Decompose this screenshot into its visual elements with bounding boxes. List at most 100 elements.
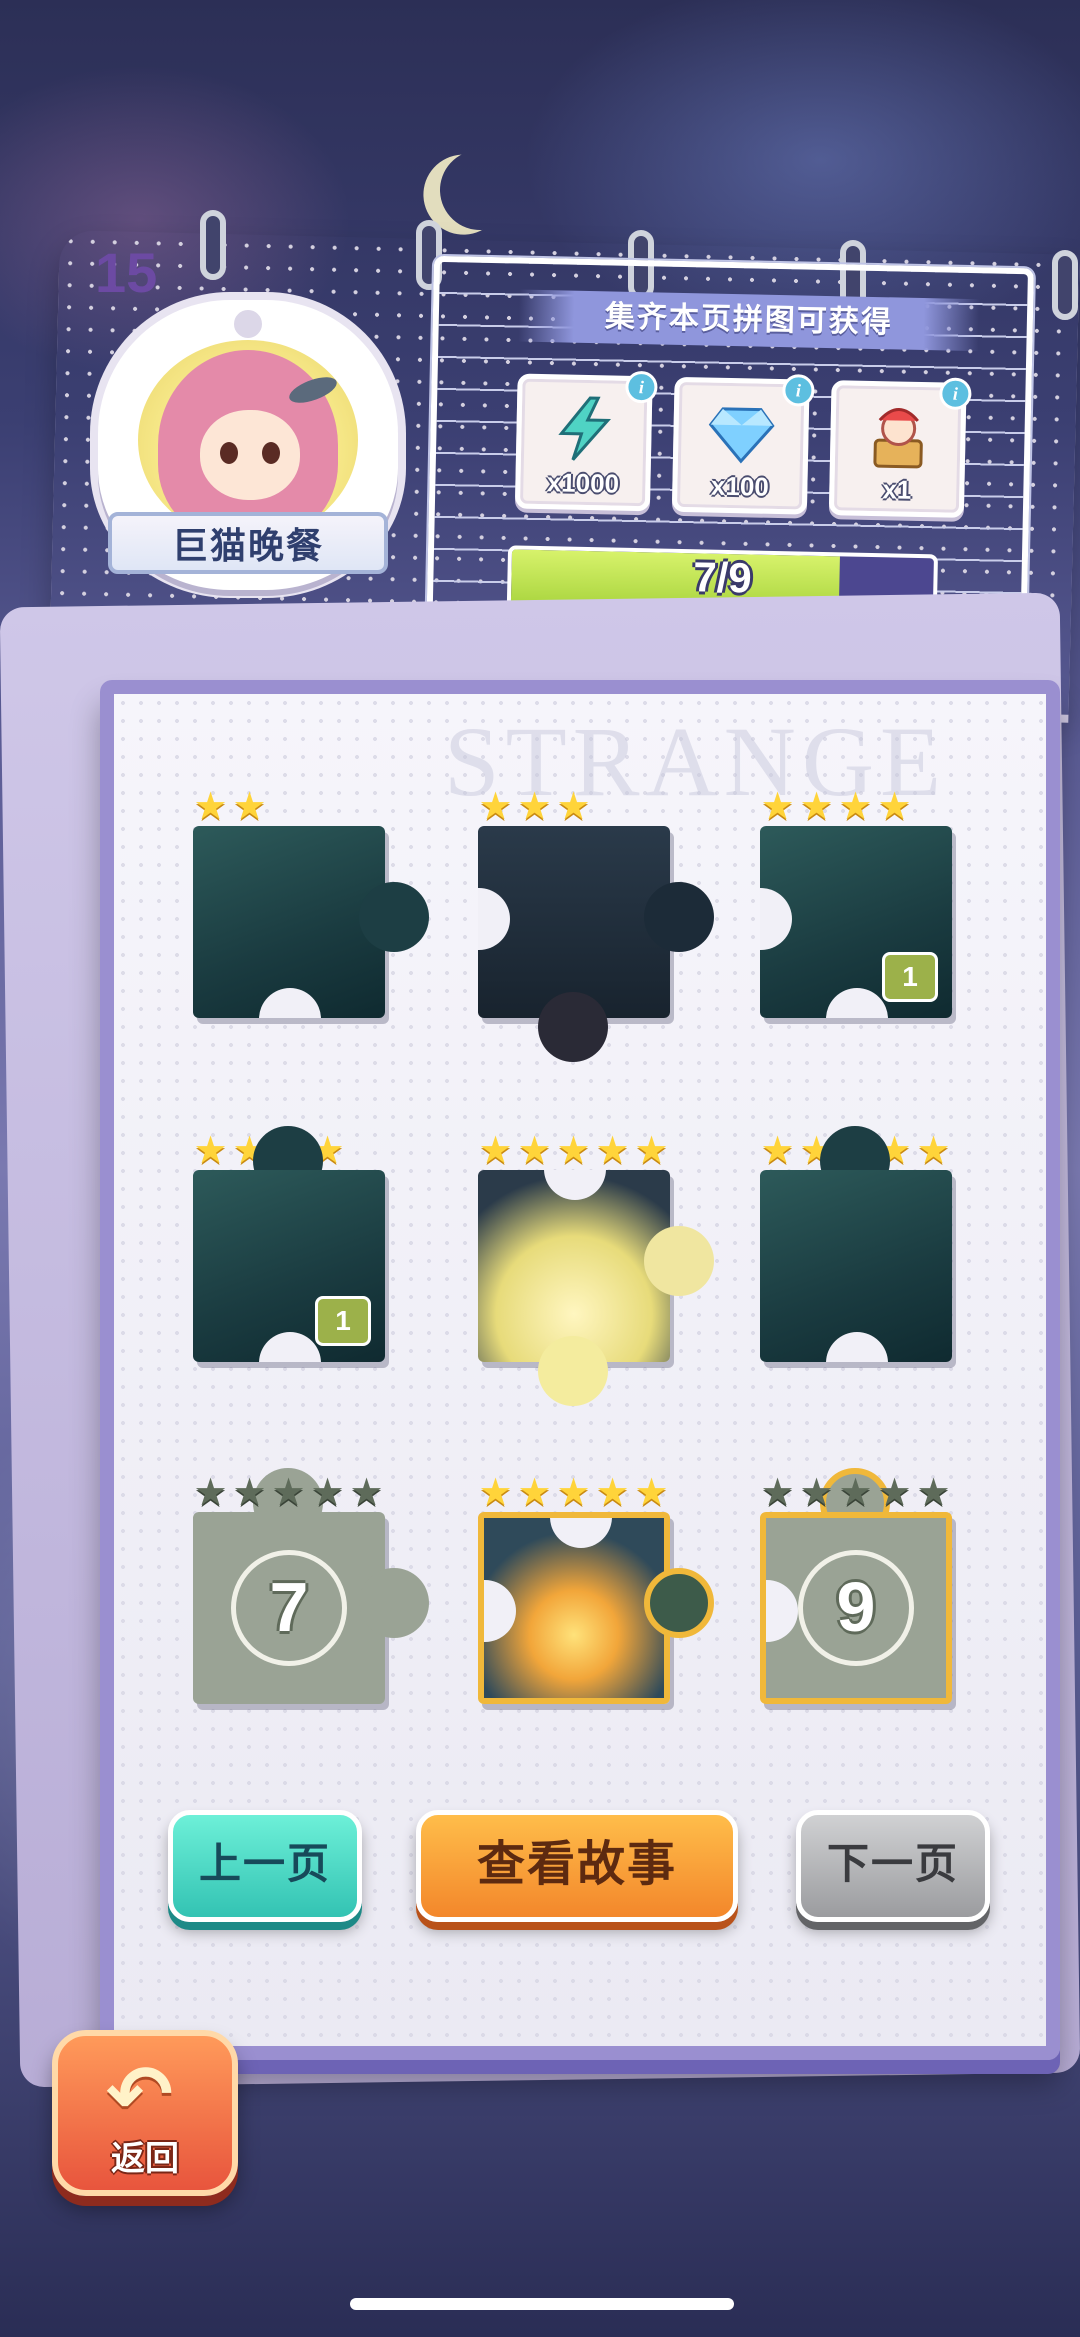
reward-item-energy[interactable]: x1000 i [514,370,658,512]
puzzle-piece-3[interactable]: ★ ★ ★ ★ 1 [760,786,952,1018]
puzzle-piece-2[interactable]: ★ ★ ★ [478,786,714,1062]
puzzle-piece-9-locked[interactable]: ★ ★ ★ ★ ★ 9 [760,1468,952,1704]
star-rating: ★★★★★ [758,1472,953,1512]
piece-knob [359,1568,429,1638]
piece-notch [478,888,510,950]
portrait-eye [262,442,280,464]
reward-qty: x1000 [546,467,620,499]
piece-notch [544,1170,606,1200]
character-portrait [138,340,358,540]
star-icon: ★ [478,784,513,828]
puzzle-piece-4[interactable]: ★★★★ 1 [193,1126,385,1362]
star-icon: ★ [799,784,834,828]
reward-title: 集齐本页拼图可获得 [518,289,980,352]
portrait-face [200,410,300,500]
piece-knob [359,882,429,952]
star-icon: ★ [595,1128,630,1172]
duplicate-count-badge: 1 [882,952,938,1002]
info-icon[interactable]: i [782,374,815,407]
piece-notch [550,1518,612,1548]
reward-qty: x1 [882,474,912,505]
star-icon: ★ [193,1128,228,1172]
star-icon: ★ [916,1128,951,1172]
star-rating: ★★★★★ [191,1472,386,1512]
star-rating: ★★★★★ [476,1472,671,1512]
lightning-icon [558,396,612,461]
star-icon: ★ [877,784,912,828]
star-icon: ★ [760,1470,795,1514]
star-icon: ★ [232,784,267,828]
piece-knob [538,992,608,1062]
back-arrow-icon: ↶ [106,2048,174,2141]
star-icon: ★ [760,784,795,828]
info-icon[interactable]: i [625,370,658,404]
piece-notch [766,1580,798,1642]
star-rating: ★ ★ ★ [476,786,593,826]
star-icon: ★ [838,784,873,828]
star-icon: ★ [595,1470,630,1514]
binder-ring [200,210,226,280]
home-indicator[interactable] [350,2298,734,2310]
star-icon: ★ [193,1470,228,1514]
star-icon: ★ [349,1470,384,1514]
star-icon: ★ [232,1470,267,1514]
star-icon: ★ [916,1470,951,1514]
tag-hole [228,304,268,344]
piece-knob [644,882,714,952]
piece-notch [826,1332,888,1362]
star-icon: ★ [760,1128,795,1172]
chapter-title: 巨猫晚餐 [108,512,388,574]
jester-box-icon [873,408,923,469]
star-icon: ★ [799,1470,834,1514]
portrait-eye [220,442,238,464]
star-icon: ★ [517,1128,552,1172]
star-icon: ★ [634,1128,669,1172]
piece-notch [826,988,888,1018]
star-rating: ★★★★ [758,786,914,826]
star-icon: ★ [877,1470,912,1514]
piece-notch [259,988,321,1018]
reward-items: x1000 i x100 i x1 i [514,370,972,518]
star-icon: ★ [556,1470,591,1514]
piece-notch [259,1332,321,1362]
puzzle-piece-5[interactable]: ★ ★ ★ ★ ★ [478,1130,714,1406]
piece-knob [644,1226,714,1296]
puzzle-piece-7-locked[interactable]: ★ ★ ★ ★ ★ 7 [193,1468,429,1704]
info-icon[interactable]: i [939,377,972,411]
star-icon: ★ [634,1470,669,1514]
star-icon: ★ [271,1470,306,1514]
star-icon: ★ [517,784,552,828]
piece-image [478,1170,670,1362]
star-rating: ★★★★★ [476,1130,671,1170]
star-icon: ★ [517,1470,552,1514]
piece-image [478,826,670,1018]
reward-qty: x100 [710,470,770,502]
view-story-button[interactable]: 查看故事 [416,1810,738,1922]
puzzle-piece-8[interactable]: ★ ★ ★ ★ ★ [478,1472,714,1704]
piece-image [760,1170,952,1362]
star-icon: ★ [838,1470,873,1514]
star-icon: ★ [478,1470,513,1514]
star-icon: ★ [556,784,591,828]
piece-notch [484,1580,516,1642]
piece-image [478,1512,670,1704]
page-number: 15 [95,241,158,304]
star-icon: ★ [556,1128,591,1172]
back-label: 返回 [111,2139,179,2179]
back-button[interactable]: ↶ 返回 [52,2030,238,2196]
next-page-button[interactable]: 下一页 [796,1810,990,1922]
duplicate-count-badge: 1 [315,1296,371,1346]
piece-image [193,826,385,1018]
star-icon: ★ [310,1470,345,1514]
reward-item-jester[interactable]: x1 i [828,377,972,518]
star-icon: ★ [193,784,228,828]
chapter-tag[interactable]: 巨猫晚餐 [88,300,408,600]
puzzle-piece-1[interactable]: ★ ★ [193,786,429,1018]
prev-page-button[interactable]: 上一页 [168,1810,362,1922]
reward-item-diamond[interactable]: x100 i [671,374,815,515]
piece-number: 7 [231,1550,347,1666]
star-icon: ★ [478,1128,513,1172]
piece-knob [538,1336,608,1406]
puzzle-piece-6[interactable]: ★★★★★ [760,1126,952,1362]
star-rating: ★ ★ [191,786,269,826]
